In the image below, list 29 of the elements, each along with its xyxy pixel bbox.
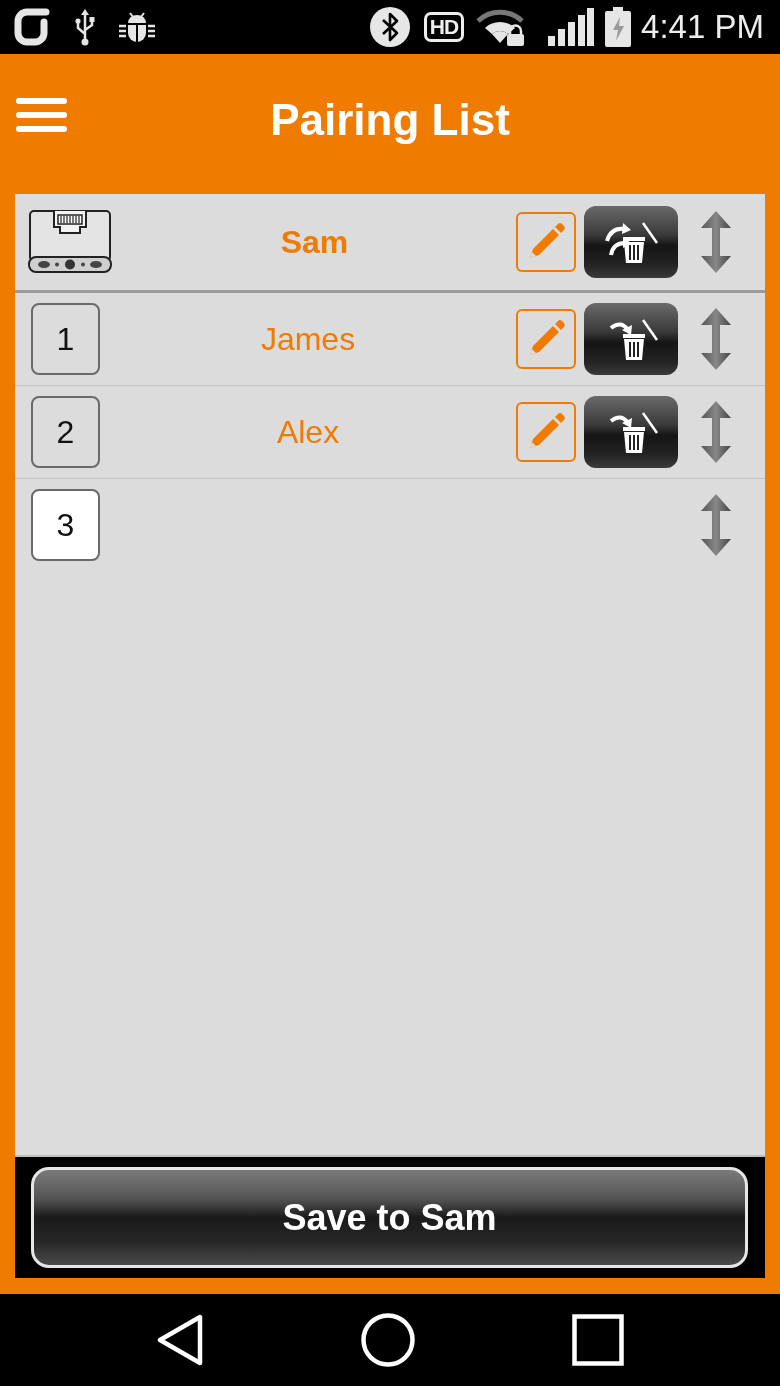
up-down-arrow-icon[interactable] xyxy=(700,211,732,273)
device-icon xyxy=(27,209,113,275)
device-name: Sam xyxy=(279,223,350,261)
delete-button[interactable] xyxy=(584,206,678,278)
up-down-arrow-icon[interactable] xyxy=(700,308,732,370)
paired-name: Alex xyxy=(275,413,341,451)
bluetooth-icon xyxy=(369,7,410,47)
battery-charging-icon xyxy=(605,7,632,47)
hd-badge: HD xyxy=(423,12,465,42)
screen-title: Pairing List xyxy=(270,95,510,145)
wifi-lock-icon xyxy=(476,7,527,47)
menu-icon[interactable] xyxy=(16,98,67,132)
paired-name: James xyxy=(259,320,357,358)
status-time: 4:41 PM xyxy=(641,8,764,46)
up-down-arrow-icon[interactable] xyxy=(700,494,732,556)
notification-app-icon xyxy=(14,8,52,46)
home-icon[interactable] xyxy=(361,1313,415,1367)
slot-number[interactable]: 3 xyxy=(31,489,100,561)
save-button[interactable]: Save to Sam xyxy=(31,1167,748,1268)
delete-button[interactable] xyxy=(584,396,678,468)
up-down-arrow-icon[interactable] xyxy=(700,401,732,463)
signal-icon xyxy=(548,8,595,46)
back-icon[interactable] xyxy=(156,1314,204,1366)
usb-icon xyxy=(75,8,95,46)
bug-icon xyxy=(118,11,156,43)
slot-number[interactable]: 1 xyxy=(31,303,100,375)
recents-icon[interactable] xyxy=(572,1314,624,1366)
slot-number[interactable]: 2 xyxy=(31,396,100,468)
delete-button[interactable] xyxy=(584,303,678,375)
